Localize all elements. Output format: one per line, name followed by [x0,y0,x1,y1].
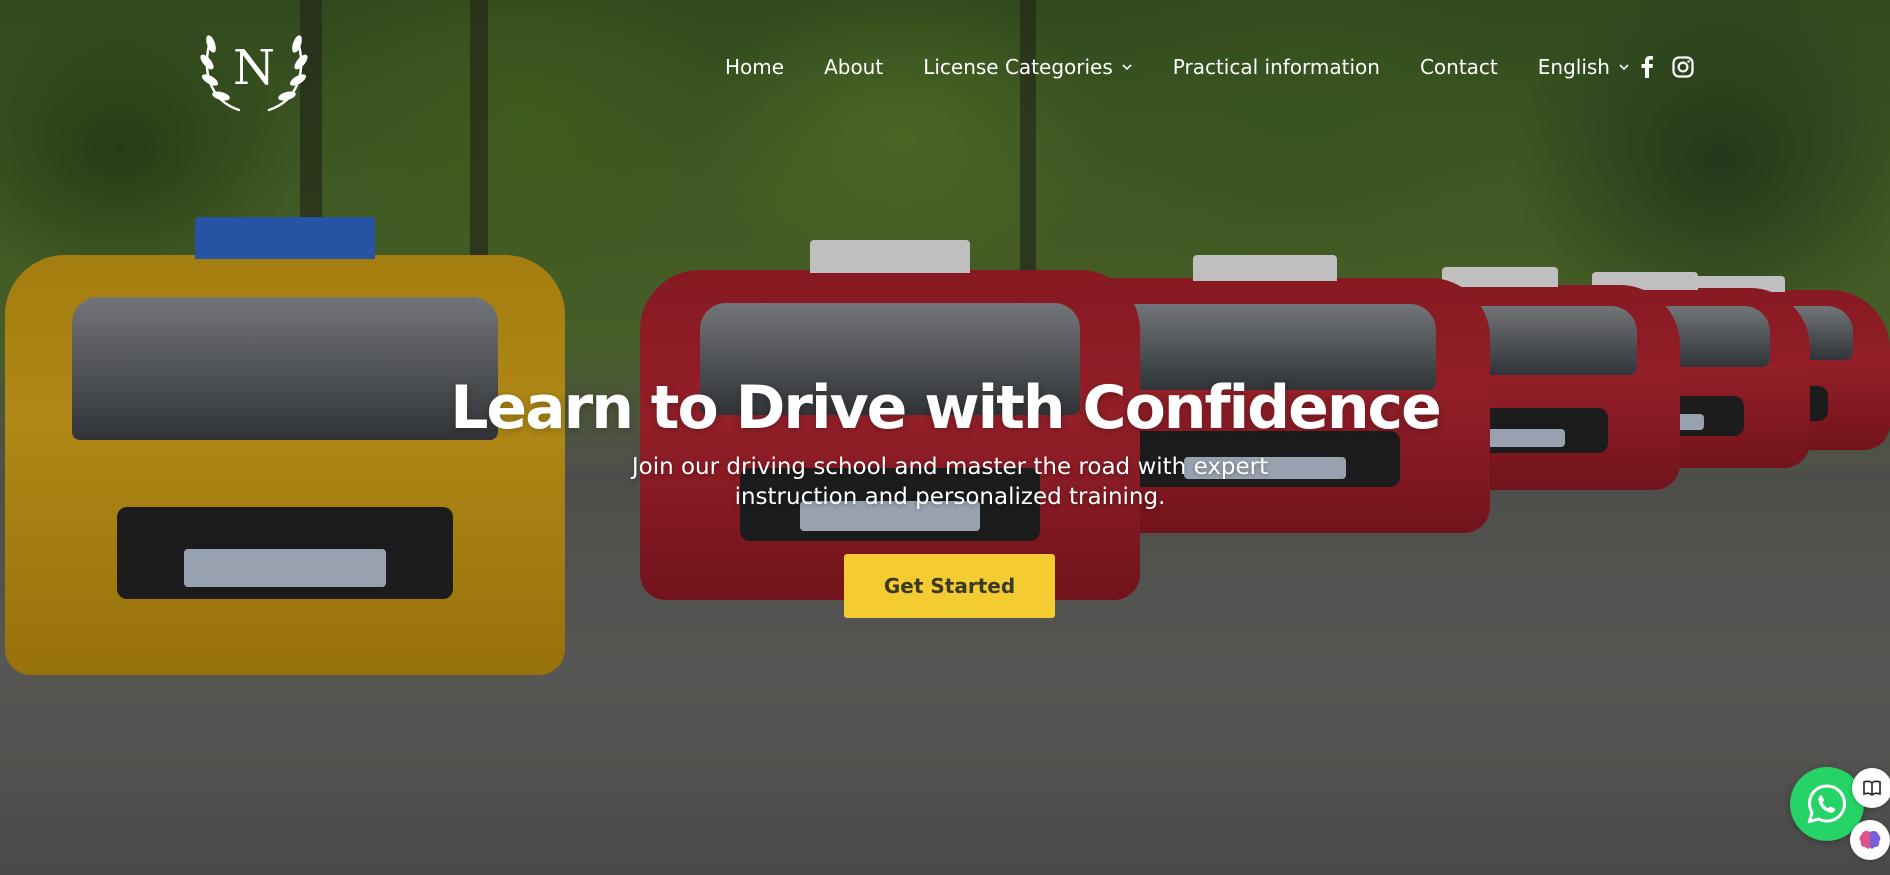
chevron-down-icon [1619,64,1629,71]
book-button[interactable] [1852,768,1890,808]
nav-item-home[interactable]: Home [725,52,784,82]
nav-item-label: Contact [1419,55,1498,79]
book-icon [1863,780,1881,797]
brain-icon [1859,831,1881,849]
nav-item-contact[interactable]: Contact [1420,52,1498,82]
whatsapp-icon [1807,784,1847,824]
hero-title: Learn to Drive with Confidence [450,373,1442,443]
brain-button[interactable] [1850,820,1890,860]
nav-item-label: Practical information [1172,55,1380,79]
nav-item-license-categories[interactable]: License Categories [923,52,1133,82]
nav-item-label: Home [725,55,785,79]
nav-item-label: About [824,55,884,79]
nav-item-practical-information[interactable]: Practical information [1173,52,1380,82]
logo[interactable]: N [199,20,309,116]
nav-item-label: License Categories [923,55,1113,79]
get-started-button[interactable]: Get Started [844,554,1055,618]
logo-letter: N [233,40,275,96]
language-selector[interactable]: English [1538,52,1630,82]
chevron-down-icon [1122,64,1132,71]
facebook-icon[interactable] [1640,56,1654,82]
main-nav: Home About License Categories Practical … [725,52,1630,82]
hero-subtitle: Join our driving school and master the r… [631,454,1269,510]
social-links [1640,56,1694,82]
language-label: English [1537,55,1610,79]
nav-item-about[interactable]: About [824,52,883,82]
hero-section: N Home About License Categories Practica… [0,0,1890,875]
instagram-icon[interactable] [1672,56,1694,82]
